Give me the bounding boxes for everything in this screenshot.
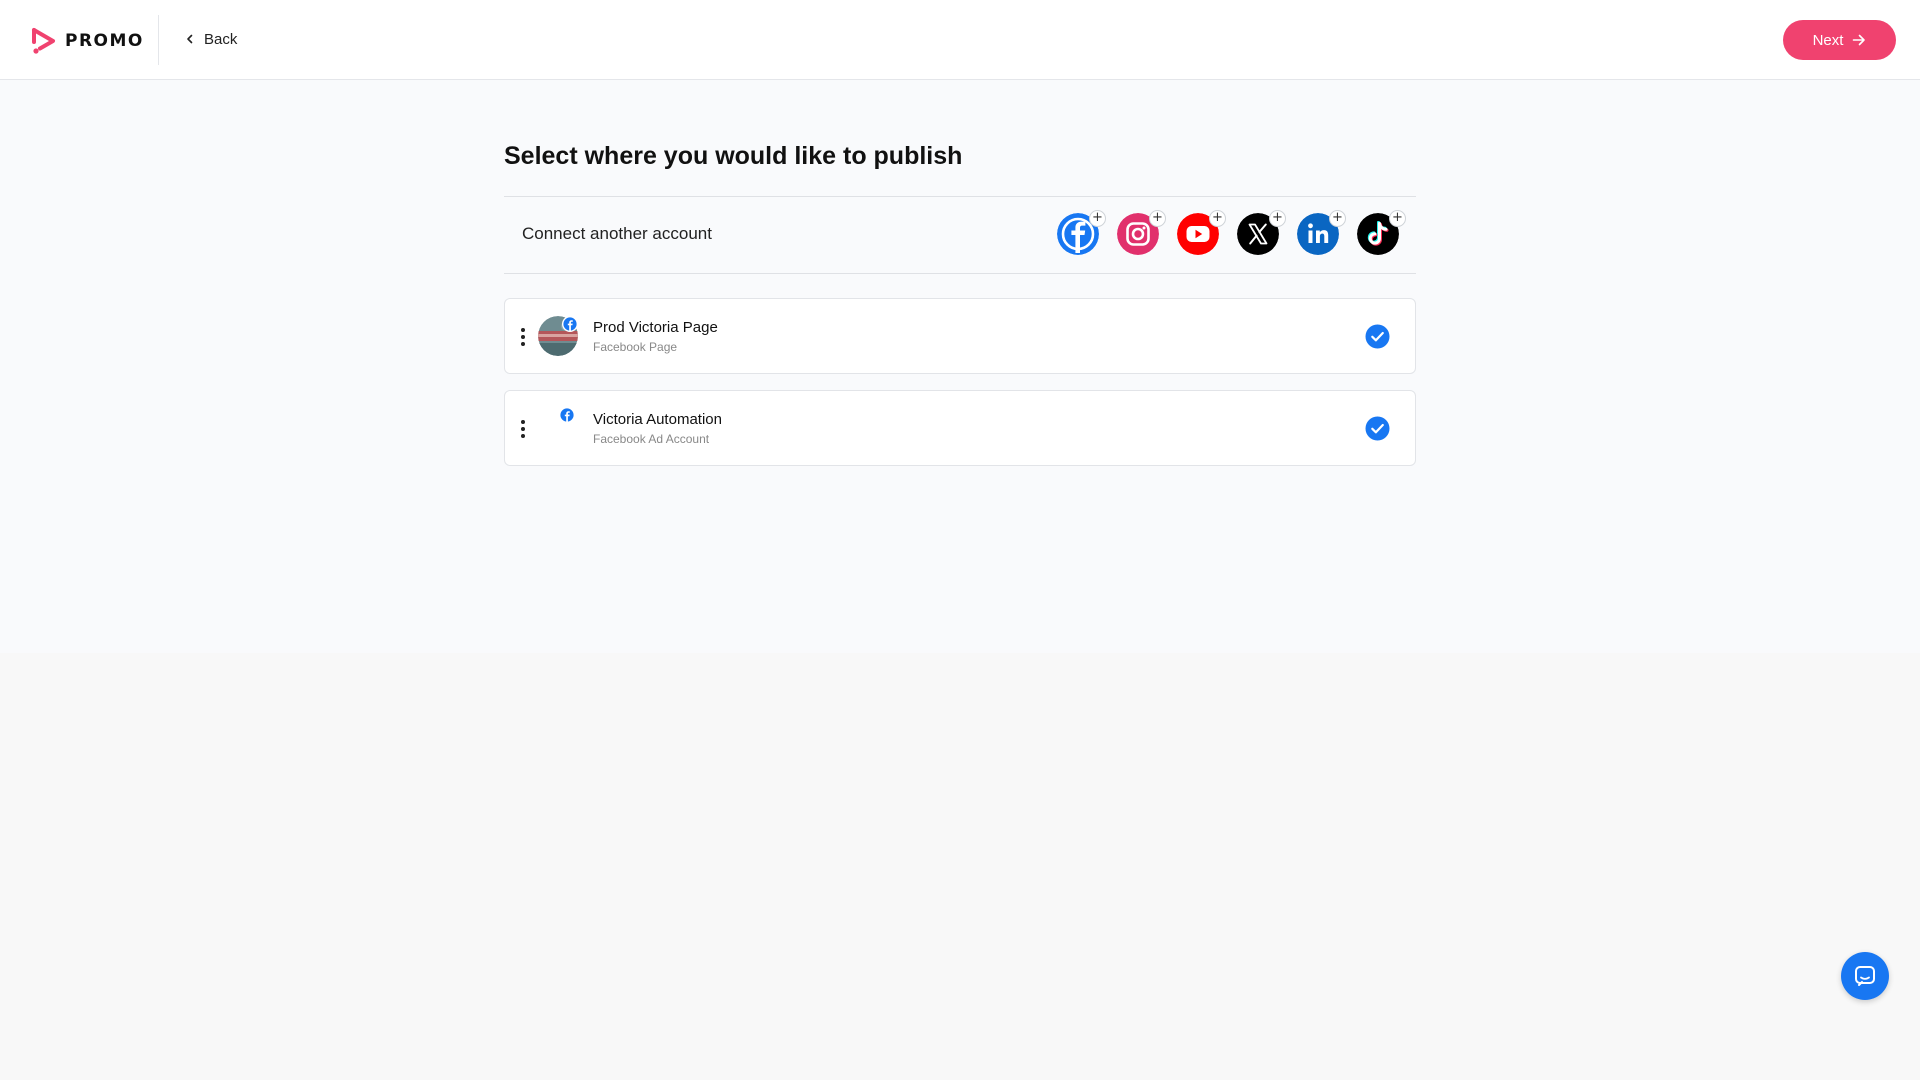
back-label: Back	[204, 30, 238, 48]
next-button[interactable]: Next	[1783, 20, 1896, 60]
connect-facebook-button[interactable]: +	[1057, 210, 1106, 255]
account-type: Facebook Ad Account	[593, 432, 710, 446]
checkmark-icon[interactable]	[1365, 416, 1390, 441]
page-background	[0, 653, 1920, 1080]
connect-instagram-button[interactable]: +	[1117, 210, 1166, 255]
connect-account-row: Connect another account + + + + + +	[504, 196, 1416, 274]
connect-youtube-button[interactable]: +	[1177, 210, 1226, 255]
checkmark-icon[interactable]	[1365, 324, 1390, 349]
arrow-right-icon	[1853, 34, 1866, 46]
chevron-left-icon	[187, 34, 193, 44]
next-label: Next	[1812, 31, 1844, 49]
connect-linkedin-button[interactable]: +	[1297, 210, 1346, 255]
brand-name: PROMO	[65, 31, 144, 51]
plus-icon: +	[1089, 210, 1106, 227]
plus-icon: +	[1149, 210, 1166, 227]
chat-button[interactable]	[1841, 952, 1889, 1000]
chat-icon	[1855, 966, 1875, 986]
account-type: Facebook Page	[593, 340, 678, 354]
page-title: Select where you would like to publish	[504, 142, 963, 170]
account-name: Prod Victoria Page	[593, 319, 718, 336]
account-name: Victoria Automation	[593, 411, 722, 428]
more-options-icon[interactable]	[517, 325, 529, 349]
back-button[interactable]: Back	[184, 28, 237, 50]
connect-tiktok-button[interactable]: +	[1357, 210, 1406, 255]
connect-x-button[interactable]: +	[1237, 210, 1286, 255]
plus-icon: +	[1209, 210, 1226, 227]
plus-icon: +	[1269, 210, 1286, 227]
main-content: Select where you would like to publish C…	[0, 80, 1920, 653]
plus-icon: +	[1329, 210, 1346, 227]
top-bar: PROMO Back Next	[0, 0, 1920, 80]
plus-icon: +	[1389, 210, 1406, 227]
account-card[interactable]: Victoria Automation Facebook Ad Account	[504, 390, 1416, 466]
facebook-badge-icon	[559, 407, 575, 423]
header-divider	[158, 15, 159, 65]
promo-logo[interactable]: PROMO	[31, 27, 144, 55]
account-card[interactable]: Prod Victoria Page Facebook Page	[504, 298, 1416, 374]
connect-account-label: Connect another account	[522, 224, 712, 243]
more-options-icon[interactable]	[517, 417, 529, 441]
provider-list: + + + + + +	[1039, 210, 1406, 255]
promo-logo-icon	[32, 28, 55, 54]
facebook-badge-icon	[562, 316, 578, 332]
